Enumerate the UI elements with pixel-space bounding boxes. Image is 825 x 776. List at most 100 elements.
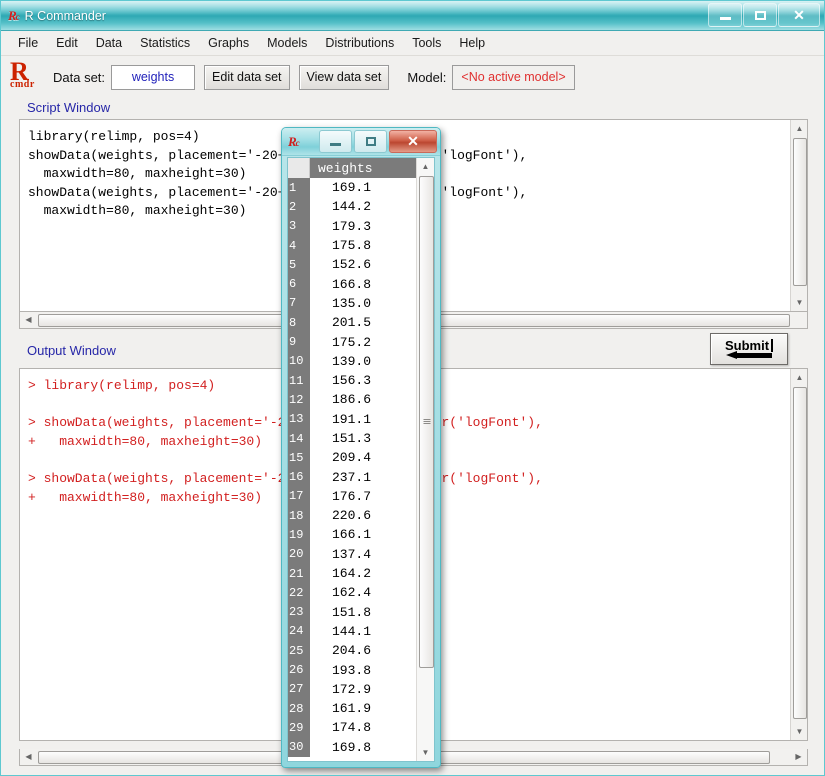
data-scroll-thumb[interactable] [419,176,434,668]
close-icon: ✕ [407,133,419,149]
dataset-toolbar: R cmdr Data set: weights Edit data set V… [1,56,824,98]
scroll-down-icon[interactable]: ▼ [418,745,433,760]
table-row[interactable]: 26 193.8 [288,660,416,680]
cell-weights: 164.2 [310,563,416,584]
cell-weights: 144.1 [310,621,416,642]
table-row[interactable]: 27 172.9 [288,679,416,700]
dataset-name-button[interactable]: weights [111,64,196,90]
menu-models[interactable]: Models [258,34,316,52]
data-table: weights 1 169.1 2 144.2 3 179.3 4 175.8 5 152.6 6 1… [288,158,416,761]
output-scroll-thumb[interactable] [793,387,807,719]
minimize-icon [719,17,731,20]
model-value-button[interactable]: <No active model> [452,64,575,90]
data-viewer-close-button[interactable]: ✕ [389,130,437,153]
table-row[interactable]: 6 166.8 [288,274,416,294]
data-viewer-minimize-button[interactable] [319,130,352,153]
output-vertical-scrollbar[interactable]: ▲ ▼ [790,369,807,740]
cell-weights: 169.8 [310,737,416,757]
table-row[interactable]: 22 162.4 [288,583,416,603]
close-icon: ✕ [793,7,805,23]
scroll-thumb-grip [423,419,430,425]
table-row[interactable]: 7 135.0 [288,293,416,314]
table-row[interactable]: 15 209.4 [288,448,416,468]
table-row[interactable]: 21 164.2 [288,563,416,584]
scroll-up-icon[interactable]: ▲ [792,121,807,136]
table-row[interactable]: 19 166.1 [288,525,416,545]
menu-data[interactable]: Data [87,34,131,52]
menu-file[interactable]: File [9,34,47,52]
scroll-left-icon[interactable]: ◀ [21,749,36,764]
table-row[interactable]: 8 201.5 [288,313,416,333]
table-row[interactable]: 4 175.8 [288,235,416,256]
data-viewer-titlebar: Rc ✕ [282,128,440,156]
arrow-head [726,350,737,359]
view-data-set-button[interactable]: View data set [298,64,390,90]
data-viewer-maximize-button[interactable] [354,130,387,153]
close-button[interactable]: ✕ [778,3,820,27]
table-row[interactable]: 1 169.1 [288,178,416,198]
table-row[interactable]: 9 175.2 [288,332,416,352]
cell-weights: 166.8 [310,274,416,294]
table-row[interactable]: 20 137.4 [288,544,416,564]
cell-weights: 201.5 [310,313,416,333]
table-row[interactable]: 28 161.9 [288,699,416,719]
edit-data-set-button[interactable]: Edit data set [204,64,290,90]
output-line-7: + maxwidth=80, maxheight=30) [28,489,263,505]
table-row[interactable]: 17 176.7 [288,486,416,507]
data-table-header: weights [288,158,416,178]
scroll-right-icon[interactable]: ▶ [791,749,806,764]
scroll-up-icon[interactable]: ▲ [418,159,433,174]
table-row[interactable]: 29 174.8 [288,718,416,738]
table-row[interactable]: 13 191.1 [288,409,416,429]
row-number: 15 [288,448,310,468]
menu-tools[interactable]: Tools [403,34,450,52]
row-number: 24 [288,621,310,642]
cell-weights: 139.0 [310,351,416,371]
cell-weights: 176.7 [310,486,416,507]
submit-button[interactable]: Submit [710,333,788,365]
cell-weights: 161.9 [310,699,416,719]
table-row[interactable]: 25 204.6 [288,641,416,661]
scroll-down-icon[interactable]: ▼ [792,724,807,739]
table-row[interactable]: 3 179.3 [288,216,416,236]
row-number: 10 [288,351,310,371]
row-number: 4 [288,235,310,256]
row-number: 19 [288,525,310,545]
menu-graphs[interactable]: Graphs [199,34,258,52]
titlebar-sheen [1,1,824,15]
table-row[interactable]: 12 186.6 [288,390,416,410]
minimize-button[interactable] [708,3,742,27]
cell-weights: 169.1 [310,178,416,198]
script-window-label: Script Window [27,100,111,115]
menu-statistics[interactable]: Statistics [131,34,199,52]
menu-help[interactable]: Help [450,34,494,52]
table-row[interactable]: 11 156.3 [288,370,416,391]
row-number: 13 [288,409,310,429]
table-row[interactable]: 14 151.3 [288,428,416,449]
r-commander-window: Rc R Commander ✕ File Edit Data Statisti… [0,0,825,776]
script-scroll-thumb[interactable] [793,138,807,286]
scroll-up-icon[interactable]: ▲ [792,370,807,385]
scroll-down-icon[interactable]: ▼ [792,295,807,310]
table-row[interactable]: 2 144.2 [288,197,416,217]
data-viewer-vertical-scrollbar[interactable]: ▲ ▼ [416,158,434,761]
table-row[interactable]: 10 139.0 [288,351,416,371]
row-number: 20 [288,544,310,564]
menu-edit[interactable]: Edit [47,34,87,52]
menu-distributions[interactable]: Distributions [316,34,403,52]
table-row[interactable]: 16 237.1 [288,467,416,487]
maximize-button[interactable] [743,3,777,27]
scroll-left-icon[interactable]: ◀ [21,312,36,327]
row-number: 8 [288,313,310,333]
table-row[interactable]: 23 151.8 [288,602,416,622]
table-row[interactable]: 30 169.8 [288,737,416,757]
table-row[interactable]: 5 152.6 [288,255,416,275]
table-row[interactable]: 24 144.1 [288,621,416,642]
row-number: 6 [288,274,310,294]
output-line-4: + maxwidth=80, maxheight=30) [28,433,263,449]
script-vertical-scrollbar[interactable]: ▲ ▼ [790,120,807,311]
column-header-weights: weights [310,158,416,178]
table-row[interactable]: 18 220.6 [288,506,416,526]
script-line-1: library(relimp, pos=4) [28,129,200,144]
row-number: 9 [288,332,310,352]
